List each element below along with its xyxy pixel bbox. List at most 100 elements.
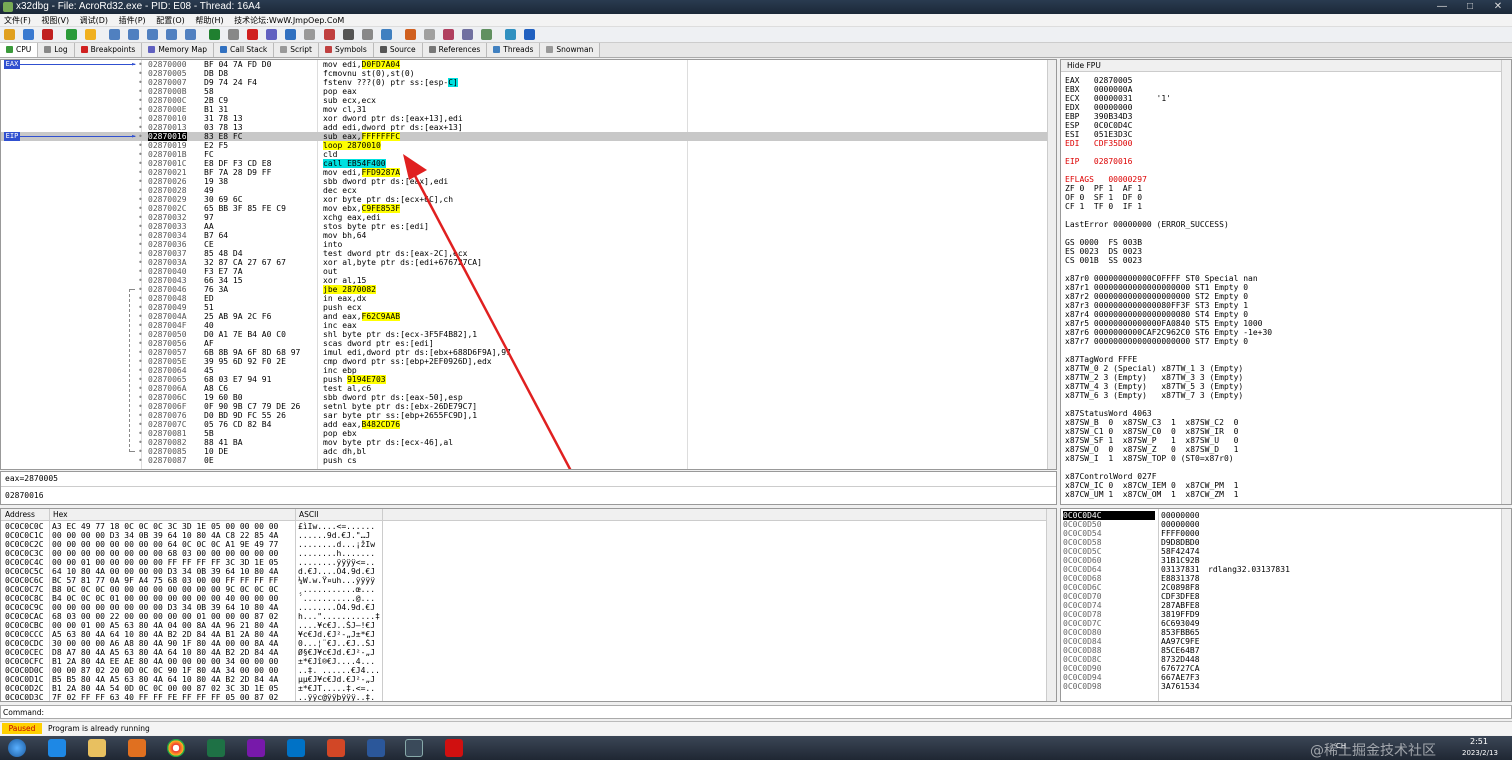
stack-row[interactable]: 0C0C0D54 FFFF0000 xyxy=(1061,529,1497,538)
stack-row[interactable]: 0C0C0D84 AA97C9FE xyxy=(1061,637,1497,646)
disasm-row[interactable]: 02870007 • D9 74 24 F4 fstenv ???(0) ptr ss… xyxy=(1,78,1047,87)
breakpoint-dot[interactable]: • xyxy=(138,69,143,78)
breakpoint-dot[interactable]: • xyxy=(138,60,143,69)
stack-row[interactable]: 0C0C0D94 667AE7F3 xyxy=(1061,673,1497,682)
breakpoint-dot[interactable]: • xyxy=(138,429,143,438)
register-line[interactable]: x87ControlWord 027F xyxy=(1065,472,1495,481)
register-line[interactable] xyxy=(1065,211,1495,220)
close-button[interactable]: ✕ xyxy=(1484,0,1512,14)
stack-row[interactable]: 0C0C0D58 D9D8DBD0 xyxy=(1061,538,1497,547)
dump-row[interactable]: 0C0C0C8C B4 0C 0C 0C 01 00 00 00 00 00 00… xyxy=(1,594,1041,603)
dump-row[interactable]: 0C0C0C5C 64 10 80 4A 00 00 00 00 D3 34 0B… xyxy=(1,567,1041,576)
log-icon[interactable] xyxy=(228,29,240,40)
trace-into-icon[interactable] xyxy=(147,29,159,40)
disassembly-pane[interactable]: 02870000 • BF 04 7A FD D0 mov edi,D0FD7A04 0… xyxy=(0,59,1057,470)
registers-pane[interactable]: Hide FPU EAX 02870005 EBX 0000000A ECX 000… xyxy=(1060,59,1512,505)
tab-memory-map[interactable]: Memory Map xyxy=(142,43,215,57)
dump-row[interactable]: 0C0C0CBC 00 00 01 00 A5 63 80 4A 04 00 8A… xyxy=(1,621,1041,630)
register-line[interactable]: x87StatusWord 4063 xyxy=(1065,409,1495,418)
breakpoint-icon[interactable] xyxy=(247,29,259,40)
onenote-icon[interactable] xyxy=(247,739,265,757)
breakpoint-dot[interactable]: • xyxy=(138,393,143,402)
menu-forum[interactable]: 技术论坛:WwW.JmpOep.CoM xyxy=(230,16,348,25)
tab-script[interactable]: Script xyxy=(274,43,319,57)
x32dbg-icon[interactable] xyxy=(405,739,423,757)
disasm-row[interactable]: 0287000E • B1 31 mov cl,31 xyxy=(1,105,1047,114)
register-line[interactable]: EBX 0000000A xyxy=(1065,85,1495,94)
register-line[interactable]: ES 0023 DS 0023 xyxy=(1065,247,1495,256)
breakpoint-dot[interactable]: • xyxy=(138,375,143,384)
callstack-icon[interactable] xyxy=(285,29,297,40)
breakpoint-dot[interactable]: • xyxy=(138,420,143,429)
register-line[interactable]: OF 0 SF 1 DF 0 xyxy=(1065,193,1495,202)
register-line[interactable]: x87TW_6 3 (Empty) x87TW_7 3 (Empty) xyxy=(1065,391,1495,400)
function-icon[interactable] xyxy=(461,29,473,40)
register-line[interactable]: EIP 02870016 xyxy=(1065,157,1495,166)
step-over-icon[interactable] xyxy=(128,29,140,40)
breakpoint-dot[interactable]: • xyxy=(138,123,143,132)
stack-row[interactable]: 0C0C0D90 676727CA xyxy=(1061,664,1497,673)
source-icon[interactable] xyxy=(342,29,354,40)
register-line[interactable]: ESP 0C0C0D4C xyxy=(1065,121,1495,130)
register-line[interactable]: EFLAGS 00000297 xyxy=(1065,175,1495,184)
stack-row[interactable]: 0C0C0D98 3A761534 xyxy=(1061,682,1497,691)
dump-row[interactable]: 0C0C0C6C BC 57 81 77 0A 9F A4 75 68 03 00… xyxy=(1,576,1041,585)
breakpoint-dot[interactable]: • xyxy=(138,96,143,105)
register-line[interactable]: CS 001B SS 0023 xyxy=(1065,256,1495,265)
register-line[interactable] xyxy=(1065,346,1495,355)
tab-log[interactable]: Log xyxy=(38,43,75,57)
dump-row[interactable]: 0C0C0D0C 00 00 87 02 20 0D 0C 0C 90 1F 80… xyxy=(1,666,1041,675)
register-line[interactable]: ESI 051E3D3C xyxy=(1065,130,1495,139)
stack-row[interactable]: 0C0C0D78 3819FFD9 xyxy=(1061,610,1497,619)
stack-row[interactable]: 0C0C0D4C 00000000 xyxy=(1061,511,1497,520)
breakpoint-dot[interactable]: • xyxy=(138,294,143,303)
dump-header-address[interactable]: Address xyxy=(5,510,35,520)
minimize-button[interactable]: — xyxy=(1428,0,1456,14)
dump-row[interactable]: 0C0C0D2C B1 2A 80 4A 54 0D 0C 0C 00 00 87… xyxy=(1,684,1041,693)
word-icon[interactable] xyxy=(367,739,385,757)
tab-breakpoints[interactable]: Breakpoints xyxy=(74,43,143,57)
disasm-row[interactable]: 02870019 • E2 F5 loop 2870010 xyxy=(1,141,1047,150)
breakpoint-dot[interactable]: • xyxy=(138,240,143,249)
dump-row[interactable]: 0C0C0D1C B5 B5 80 4A A5 63 80 4A 64 10 80… xyxy=(1,675,1041,684)
register-line[interactable]: x87r6 0000000000CAF2C962C0 ST6 Empty -1e… xyxy=(1065,328,1495,337)
breakpoint-dot[interactable]: • xyxy=(138,411,143,420)
menu-view[interactable]: 视图(V) xyxy=(37,16,73,25)
register-line[interactable] xyxy=(1065,229,1495,238)
stack-row[interactable]: 0C0C0D5C 58F42474 xyxy=(1061,547,1497,556)
breakpoint-dot[interactable]: • xyxy=(138,186,143,195)
stack-scrollbar[interactable] xyxy=(1501,509,1511,701)
pause-icon[interactable] xyxy=(85,29,97,40)
dump-row[interactable]: 0C0C0CFC B1 2A 80 4A EE AE 80 4A 00 00 00… xyxy=(1,657,1041,666)
stack-row[interactable]: 0C0C0D60 31B1C92B xyxy=(1061,556,1497,565)
breakpoint-dot[interactable]: • xyxy=(138,204,143,213)
menu-help[interactable]: 帮助(H) xyxy=(191,16,227,25)
breakpoint-dot[interactable]: • xyxy=(138,249,143,258)
breakpoint-dot[interactable]: • xyxy=(138,348,143,357)
register-line[interactable]: x87r7 00000000000000000000 ST7 Empty 0 xyxy=(1065,337,1495,346)
dump-header-hex[interactable]: Hex xyxy=(53,510,68,520)
tab-threads[interactable]: Threads xyxy=(487,43,541,57)
breakpoint-dot[interactable]: • xyxy=(138,357,143,366)
dump-row[interactable]: 0C0C0CAC 68 03 00 00 22 00 00 00 00 00 01… xyxy=(1,612,1041,621)
breakpoint-dot[interactable]: • xyxy=(138,456,143,465)
dump-row[interactable]: 0C0C0D3C 7F 02 FF FF 63 40 FF FF FE FF FF… xyxy=(1,693,1041,701)
cpu-icon[interactable] xyxy=(209,29,221,40)
chrome-icon[interactable] xyxy=(167,739,185,757)
script-icon[interactable] xyxy=(304,29,316,40)
run-icon[interactable] xyxy=(66,29,78,40)
breakpoint-dot[interactable]: • xyxy=(138,87,143,96)
register-line[interactable]: EDX 00000000 xyxy=(1065,103,1495,112)
disasm-row[interactable]: 02870010 • 31 78 13 xor dword ptr ds:[eax+1… xyxy=(1,114,1047,123)
disassembly-scrollbar[interactable] xyxy=(1047,60,1056,469)
register-line[interactable] xyxy=(1065,265,1495,274)
register-line[interactable]: EBP 390B34D3 xyxy=(1065,112,1495,121)
breakpoint-dot[interactable]: • xyxy=(138,168,143,177)
label-icon[interactable] xyxy=(442,29,454,40)
register-line[interactable]: x87r2 00000000000000000000 ST2 Empty 0 xyxy=(1065,292,1495,301)
breakpoint-dot[interactable]: • xyxy=(138,321,143,330)
breakpoint-dot[interactable]: • xyxy=(138,276,143,285)
breakpoint-dot[interactable]: • xyxy=(138,258,143,267)
dump-row[interactable]: 0C0C0C4C 00 00 01 00 00 00 00 00 FF FF FF… xyxy=(1,558,1041,567)
breakpoint-dot[interactable]: • xyxy=(138,105,143,114)
